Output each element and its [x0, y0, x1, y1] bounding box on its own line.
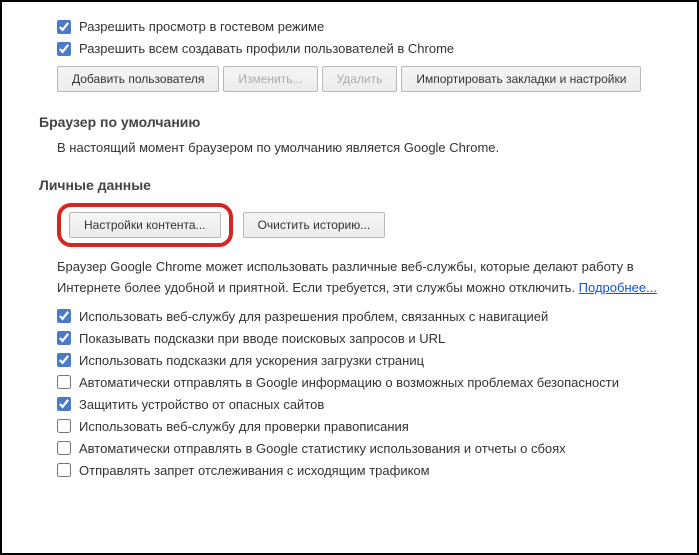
page-prefetch-label: Использовать подсказки для ускорения заг… [79, 353, 424, 368]
do-not-track-label: Отправлять запрет отслеживания с исходящ… [79, 463, 430, 478]
guest-mode-label: Разрешить просмотр в гостевом режиме [79, 19, 324, 34]
spellcheck-service-checkbox[interactable] [57, 419, 71, 433]
learn-more-link[interactable]: Подробнее... [579, 280, 657, 295]
default-browser-heading: Браузер по умолчанию [39, 114, 697, 130]
page-prefetch-checkbox[interactable] [57, 353, 71, 367]
add-user-button[interactable]: Добавить пользователя [57, 66, 219, 92]
privacy-info-span: Браузер Google Chrome может использовать… [57, 259, 634, 295]
edit-user-button: Изменить... [223, 66, 317, 92]
safe-browsing-label: Защитить устройство от опасных сайтов [79, 397, 324, 412]
usage-stats-label: Автоматически отправлять в Google статис… [79, 441, 566, 456]
personal-data-heading: Личные данные [39, 177, 697, 193]
usage-stats-checkbox[interactable] [57, 441, 71, 455]
nav-error-service-checkbox[interactable] [57, 309, 71, 323]
nav-error-service-label: Использовать веб-службу для разрешения п… [79, 309, 548, 324]
security-reports-checkbox[interactable] [57, 375, 71, 389]
guest-mode-checkbox[interactable] [57, 20, 71, 34]
delete-user-button: Удалить [322, 66, 398, 92]
spellcheck-service-label: Использовать веб-службу для проверки пра… [79, 419, 409, 434]
do-not-track-checkbox[interactable] [57, 463, 71, 477]
search-suggestions-label: Показывать подсказки при вводе поисковых… [79, 331, 445, 346]
clear-history-button[interactable]: Очистить историю... [243, 212, 386, 238]
privacy-info-text: Браузер Google Chrome может использовать… [57, 257, 697, 299]
safe-browsing-checkbox[interactable] [57, 397, 71, 411]
default-browser-text: В настоящий момент браузером по умолчани… [57, 140, 697, 155]
highlight-frame: Настройки контента... [57, 203, 233, 247]
allow-create-profiles-label: Разрешить всем создавать профили пользов… [79, 41, 454, 56]
allow-create-profiles-checkbox[interactable] [57, 42, 71, 56]
search-suggestions-checkbox[interactable] [57, 331, 71, 345]
security-reports-label: Автоматически отправлять в Google информ… [79, 375, 619, 390]
import-bookmarks-button[interactable]: Импортировать закладки и настройки [401, 66, 641, 92]
content-settings-button[interactable]: Настройки контента... [69, 212, 221, 238]
